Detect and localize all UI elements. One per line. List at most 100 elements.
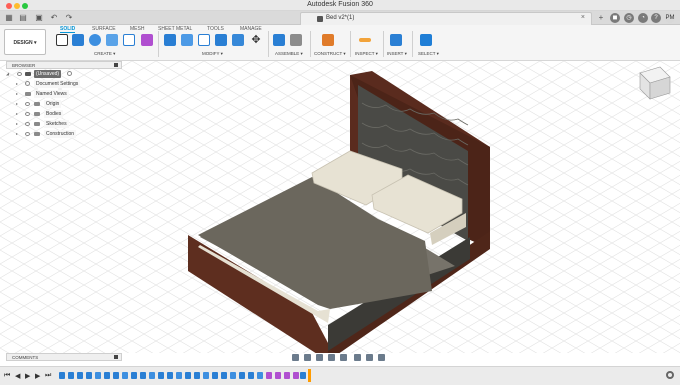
timeline-feature[interactable] xyxy=(185,372,191,379)
tree-item-origin[interactable]: ▸ Origin xyxy=(6,100,96,108)
timeline-feature[interactable] xyxy=(300,372,306,379)
shell-icon[interactable] xyxy=(215,34,227,46)
timeline-feature[interactable] xyxy=(104,372,110,379)
tree-item-label[interactable]: Construction xyxy=(44,130,77,138)
comments-panel-header[interactable]: COMMENTS xyxy=(6,353,122,361)
look-at-icon[interactable] xyxy=(304,354,311,361)
timeline-feature[interactable] xyxy=(212,372,218,379)
timeline-feature[interactable] xyxy=(167,372,173,379)
press-pull-icon[interactable] xyxy=(164,34,176,46)
expand-arrow-icon[interactable]: ▸ xyxy=(16,110,18,118)
expand-arrow-icon[interactable]: ▸ xyxy=(16,130,18,138)
timeline-feature[interactable] xyxy=(77,372,83,379)
tab-mesh[interactable]: MESH xyxy=(130,26,144,32)
pin-icon[interactable] xyxy=(114,355,118,359)
select-group-label[interactable]: SELECT ▾ xyxy=(418,51,439,57)
viewports-icon[interactable] xyxy=(378,354,385,361)
insert-image-icon[interactable] xyxy=(390,34,402,46)
timeline-feature[interactable] xyxy=(176,372,182,379)
offset-plane-icon[interactable] xyxy=(322,34,334,46)
timeline-feature[interactable] xyxy=(203,372,209,379)
expand-arrow-icon[interactable]: ▸ xyxy=(16,100,18,108)
settings-icon[interactable] xyxy=(666,371,674,379)
timeline-feature[interactable] xyxy=(248,372,254,379)
construct-group-label[interactable]: CONSTRUCT ▾ xyxy=(314,51,346,57)
visibility-icon[interactable] xyxy=(25,122,30,126)
modify-group-label[interactable]: MODIFY ▾ xyxy=(202,51,223,57)
create-group-label[interactable]: CREATE ▾ xyxy=(94,51,115,57)
timeline-feature[interactable] xyxy=(95,372,101,379)
timeline-feature[interactable] xyxy=(158,372,164,379)
timeline-feature[interactable] xyxy=(230,372,236,379)
tree-item-label[interactable]: Named Views xyxy=(34,90,69,98)
grid-icon[interactable]: ▦ xyxy=(4,13,14,23)
timeline-feature[interactable] xyxy=(68,372,74,379)
timeline-feature[interactable] xyxy=(194,372,200,379)
timeline-feature[interactable] xyxy=(257,372,263,379)
extrude-icon[interactable] xyxy=(72,34,84,46)
step-forward-icon[interactable]: ▶ xyxy=(35,372,40,380)
tree-root-label[interactable]: (Unsaved) xyxy=(34,70,62,78)
timeline-feature[interactable] xyxy=(266,372,272,379)
job-status-icon[interactable]: ◷ xyxy=(624,13,634,23)
insert-group-label[interactable]: INSERT ▾ xyxy=(387,51,407,57)
timeline-feature[interactable] xyxy=(113,372,119,379)
new-sketch-icon[interactable] xyxy=(56,34,68,46)
chamfer-icon[interactable] xyxy=(198,34,210,46)
tree-item-label[interactable]: Document Settings xyxy=(34,80,81,88)
redo-icon[interactable]: ↷ xyxy=(64,13,74,23)
timeline-feature[interactable] xyxy=(239,372,245,379)
assemble-group-label[interactable]: ASSEMBLE ▾ xyxy=(275,51,303,57)
timeline-feature[interactable] xyxy=(275,372,281,379)
file-icon[interactable]: ▤ xyxy=(18,13,28,23)
orbit-icon[interactable] xyxy=(292,354,299,361)
timeline-feature[interactable] xyxy=(131,372,137,379)
canvas-viewport[interactable] xyxy=(0,61,680,353)
expand-arrow-icon[interactable]: ◢ xyxy=(6,70,9,78)
expand-arrow-icon[interactable]: ▸ xyxy=(16,120,18,128)
timeline-feature[interactable] xyxy=(293,372,299,379)
save-icon[interactable]: ▣ xyxy=(34,13,44,23)
timeline-marker[interactable] xyxy=(308,369,311,382)
tab-tools[interactable]: TOOLS xyxy=(207,26,224,32)
tree-item-sketches[interactable]: ▸ Sketches xyxy=(6,120,96,128)
play-icon[interactable]: ▶ xyxy=(25,372,30,380)
move-icon[interactable]: ✥ xyxy=(250,34,262,46)
timeline-feature[interactable] xyxy=(221,372,227,379)
visibility-icon[interactable] xyxy=(17,72,22,76)
grid-settings-icon[interactable] xyxy=(366,354,373,361)
select-icon[interactable] xyxy=(420,34,432,46)
tree-item-label[interactable]: Sketches xyxy=(44,120,69,128)
expand-arrow-icon[interactable]: ▸ xyxy=(16,80,18,88)
tab-sheet-metal[interactable]: SHEET METAL xyxy=(158,26,192,32)
timeline-feature[interactable] xyxy=(86,372,92,379)
measure-icon[interactable] xyxy=(359,38,371,42)
tab-surface[interactable]: SURFACE xyxy=(92,26,116,32)
tree-item-document-settings[interactable]: ▸ Document Settings xyxy=(6,80,96,88)
browser-panel-header[interactable]: BROWSER xyxy=(6,61,122,69)
joint-icon[interactable] xyxy=(290,34,302,46)
tree-item-construction[interactable]: ▸ Construction xyxy=(6,130,96,138)
tree-root[interactable]: ◢ (Unsaved) xyxy=(6,70,96,78)
timeline-feature[interactable] xyxy=(59,372,65,379)
document-tab[interactable]: Bed v2*(1) × xyxy=(300,12,592,25)
notifications-icon[interactable]: ◔ xyxy=(638,13,648,23)
visibility-icon[interactable] xyxy=(25,112,30,116)
help-icon[interactable]: ? xyxy=(651,13,661,23)
new-tab-icon[interactable]: + xyxy=(596,13,606,23)
tree-item-named-views[interactable]: ▸ Named Views xyxy=(6,90,96,98)
close-tab-icon[interactable]: × xyxy=(581,14,585,21)
tab-solid[interactable]: SOLID xyxy=(60,26,76,33)
tree-item-bodies[interactable]: ▸ Bodies xyxy=(6,110,96,118)
user-avatar[interactable]: PM xyxy=(665,13,675,23)
create-form-icon[interactable] xyxy=(141,34,153,46)
extensions-icon[interactable]: ◼ xyxy=(610,13,620,23)
new-component-icon[interactable] xyxy=(273,34,285,46)
timeline-feature[interactable] xyxy=(149,372,155,379)
revolve-icon[interactable] xyxy=(89,34,101,46)
expand-arrow-icon[interactable]: ▸ xyxy=(16,90,18,98)
inspect-group-label[interactable]: INSPECT ▾ xyxy=(355,51,378,57)
fillet-icon[interactable] xyxy=(181,34,193,46)
tree-item-label[interactable]: Bodies xyxy=(44,110,64,118)
step-back-icon[interactable]: ◀ xyxy=(15,372,20,380)
